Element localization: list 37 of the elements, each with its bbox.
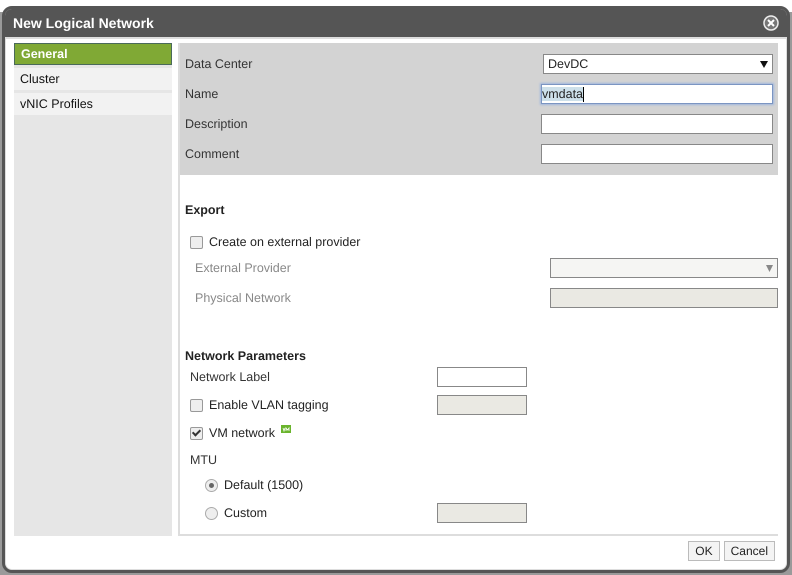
checkbox[interactable] [190,236,203,248]
field-label: Comment [185,147,240,161]
section-heading: Export [185,203,226,217]
input-field[interactable]: vmdata [541,84,773,104]
checkbox-label: Create on external provider [209,235,360,249]
checkbox-label: Enable VLAN tagging [209,398,329,412]
radio-label: Custom [224,506,268,520]
input-field[interactable] [541,114,773,134]
input-field[interactable] [541,144,773,164]
dialog-button[interactable]: Cancel [724,541,775,561]
checkbox[interactable] [190,426,203,440]
sidebar-tab[interactable]: vNIC Profiles [14,93,172,115]
checkbox[interactable] [190,398,203,412]
field-label: Physical Network [195,291,291,305]
radio-button[interactable] [205,506,218,520]
caret-icon [760,60,768,68]
input-field[interactable] [437,367,527,387]
radio-button[interactable] [205,478,218,492]
dropdown[interactable]: DevDC [543,54,773,74]
field-label: Description [185,117,248,131]
window-title: New Logical Network [13,15,154,31]
close-icon[interactable] [763,15,779,31]
field-label: MTU [190,453,218,467]
field-label: Network Label [190,370,270,384]
field-label: Name [185,87,218,101]
vm-badge-icon [281,425,291,433]
field-label: Data Center [185,57,252,71]
field-label: External Provider [195,261,291,275]
input-field[interactable] [550,288,778,308]
checkbox-label: VM network [209,426,275,440]
input-field[interactable] [437,503,527,523]
sidebar-tab[interactable]: Cluster [14,68,172,90]
radio-label: Default (1500) [224,478,304,492]
caret-icon [766,264,773,272]
dialog-button[interactable]: OK [688,541,720,561]
dropdown[interactable] [550,258,778,278]
section-heading: Network Parameters [185,349,307,363]
